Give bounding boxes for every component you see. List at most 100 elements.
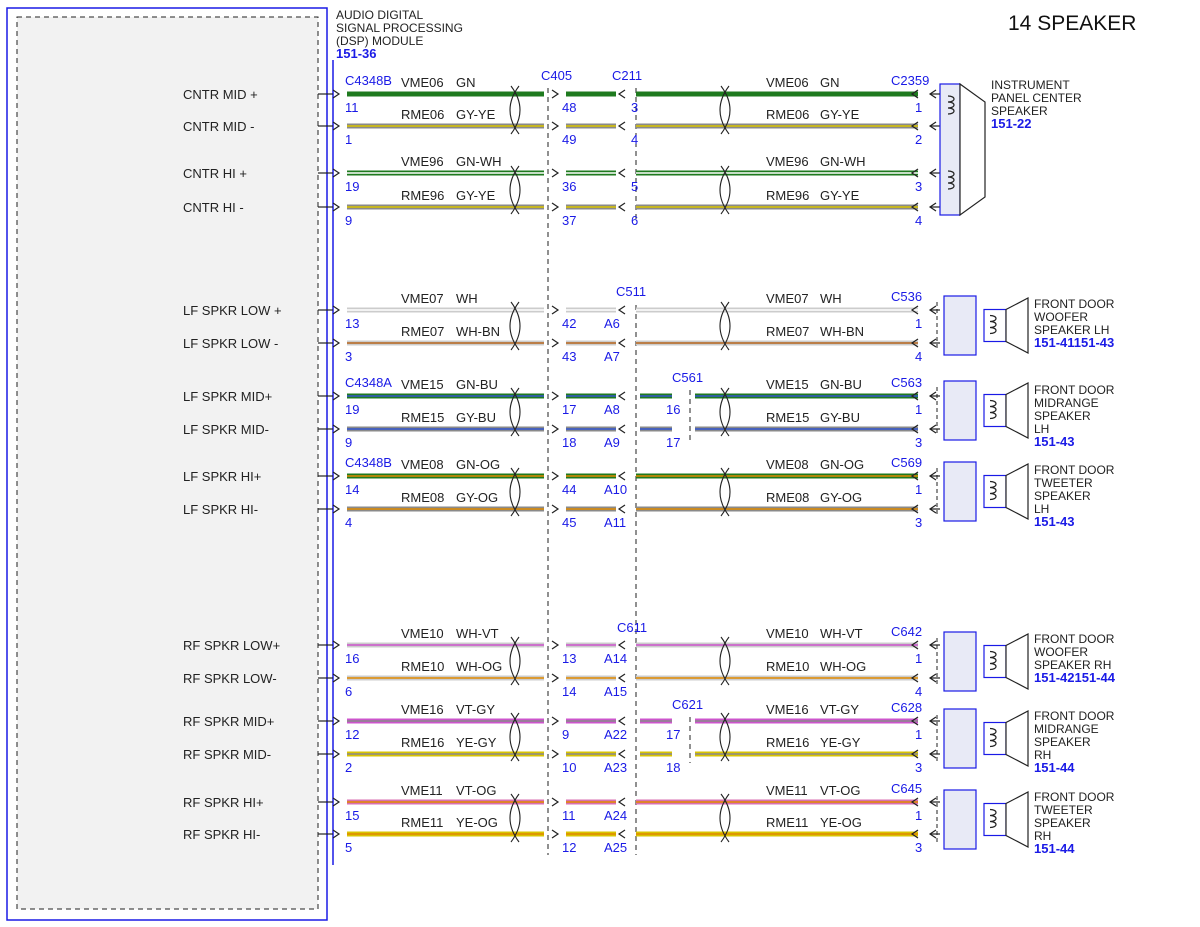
arrow-icon (551, 829, 560, 839)
arrow-icon (551, 797, 560, 807)
speaker-pin: 2 (915, 132, 922, 147)
wire-color: YE-OG (456, 815, 498, 830)
circuit-label: LF SPKR HI- (183, 502, 258, 517)
speaker-pin: 1 (915, 808, 922, 823)
arrow-icon (617, 829, 626, 839)
inline-pin: A22 (604, 727, 627, 742)
wire-circuit: VME15 (401, 377, 444, 392)
inline-pin: A23 (604, 760, 627, 775)
speaker-body (939, 83, 961, 216)
wire-color: VT-OG (820, 783, 860, 798)
wire-circuit: VME96 (766, 154, 809, 169)
wire-color: WH (820, 291, 842, 306)
start-connector: C4348B (345, 455, 392, 470)
inline-pin: A15 (604, 684, 627, 699)
circuit-label: RF SPKR MID+ (183, 714, 274, 729)
arrow-icon (617, 749, 626, 759)
arrow-icon (551, 504, 560, 514)
speaker-magnet (983, 644, 1007, 679)
arrow-icon (551, 391, 560, 401)
wire-color: YE-GY (456, 735, 497, 750)
inline-pin: A6 (604, 316, 620, 331)
speaker-component: FRONT DOORMIDRANGESPEAKERRH151-44 (936, 708, 1115, 775)
speaker-name-line: INSTRUMENT (991, 78, 1070, 92)
inline-pin: 18 (666, 760, 680, 775)
inline-pin: 18 (562, 435, 576, 450)
circuit-label: CNTR HI - (183, 200, 244, 215)
circuit-label: RF SPKR MID- (183, 747, 271, 762)
speaker-name-line: FRONT DOOR (1034, 632, 1115, 646)
connector-c405: C405 (541, 68, 572, 83)
wire-color: VT-GY (456, 702, 495, 717)
inline-pin: A7 (604, 349, 620, 364)
arrow-icon (551, 305, 560, 315)
wire-circuit: RME08 (401, 490, 444, 505)
arrow-icon (551, 424, 560, 434)
wire-circuit: VME16 (401, 702, 444, 717)
speaker-pin: 3 (915, 840, 922, 855)
speaker-cone-icon (1005, 463, 1029, 520)
arrow-icon (332, 673, 341, 683)
speaker-name-line: MIDRANGE (1034, 722, 1099, 736)
speaker-pin: 4 (915, 213, 922, 228)
speaker-pin: 3 (915, 435, 922, 450)
inline-pin: 36 (562, 179, 576, 194)
wire-circuit: RME07 (766, 324, 809, 339)
speaker-connector-box (943, 708, 977, 769)
module-pin: 6 (345, 684, 352, 699)
wire-color: WH-BN (456, 324, 500, 339)
arrow-icon (617, 471, 626, 481)
speaker-component: FRONT DOORTWEETERSPEAKERLH151-43 (936, 461, 1115, 529)
speaker-pin: 3 (915, 179, 922, 194)
wire-color: GN-OG (820, 457, 864, 472)
circuit-label: CNTR MID - (183, 119, 255, 134)
arrow-icon (551, 716, 560, 726)
inline-pin: 13 (562, 651, 576, 666)
module-pin: 13 (345, 316, 359, 331)
speaker-ref: 151-43 (1034, 434, 1074, 449)
speaker-pin: 1 (915, 727, 922, 742)
arrow-icon (617, 338, 626, 348)
arrow-icon (617, 89, 626, 99)
speaker-cone-icon (1005, 710, 1029, 767)
arrow-icon (617, 716, 626, 726)
inline-pin: 17 (666, 727, 680, 742)
arrow-icon (332, 749, 341, 759)
inline-pin: 48 (562, 100, 576, 115)
arrow-icon (617, 121, 626, 131)
arrow-icon (332, 391, 341, 401)
speaker-pin: 1 (915, 316, 922, 331)
module-pin: 15 (345, 808, 359, 823)
inline-pin: A8 (604, 402, 620, 417)
wire-color: GN-BU (820, 377, 862, 392)
circuit-label: RF SPKR HI- (183, 827, 260, 842)
speaker-pin: 1 (915, 482, 922, 497)
circuit-label: CNTR HI + (183, 166, 247, 181)
speaker-connector-box (943, 295, 977, 356)
wire-color: GN-OG (456, 457, 500, 472)
speaker-magnet (983, 474, 1007, 509)
wire-color: GY-YE (456, 188, 496, 203)
arrow-icon (332, 797, 341, 807)
wire-circuit: RME07 (401, 324, 444, 339)
end-connector: C2359 (891, 73, 929, 88)
inline-pin: 11 (562, 808, 576, 823)
speaker-pin: 1 (915, 100, 922, 115)
inline-pin: 4 (631, 132, 638, 147)
wire-circuit: RME11 (766, 815, 808, 830)
wire-color: WH-OG (820, 659, 866, 674)
wire-color: WH-VT (456, 626, 499, 641)
connector-c511: C511 (616, 284, 646, 299)
speaker-connector-box (943, 631, 977, 692)
inline-pin: 45 (562, 515, 576, 530)
module-pin: 1 (345, 132, 352, 147)
wire-color: GN-WH (820, 154, 866, 169)
speaker-ref: 151-41151-43 (1034, 335, 1114, 350)
arrow-icon (551, 749, 560, 759)
inline-pin: 37 (562, 213, 576, 228)
page-title: 14 SPEAKER (1008, 12, 1136, 35)
wire-circuit: RME06 (401, 107, 444, 122)
circuit-label: LF SPKR LOW - (183, 336, 278, 351)
speaker-connector-box (943, 461, 977, 522)
module-pin: 12 (345, 727, 359, 742)
